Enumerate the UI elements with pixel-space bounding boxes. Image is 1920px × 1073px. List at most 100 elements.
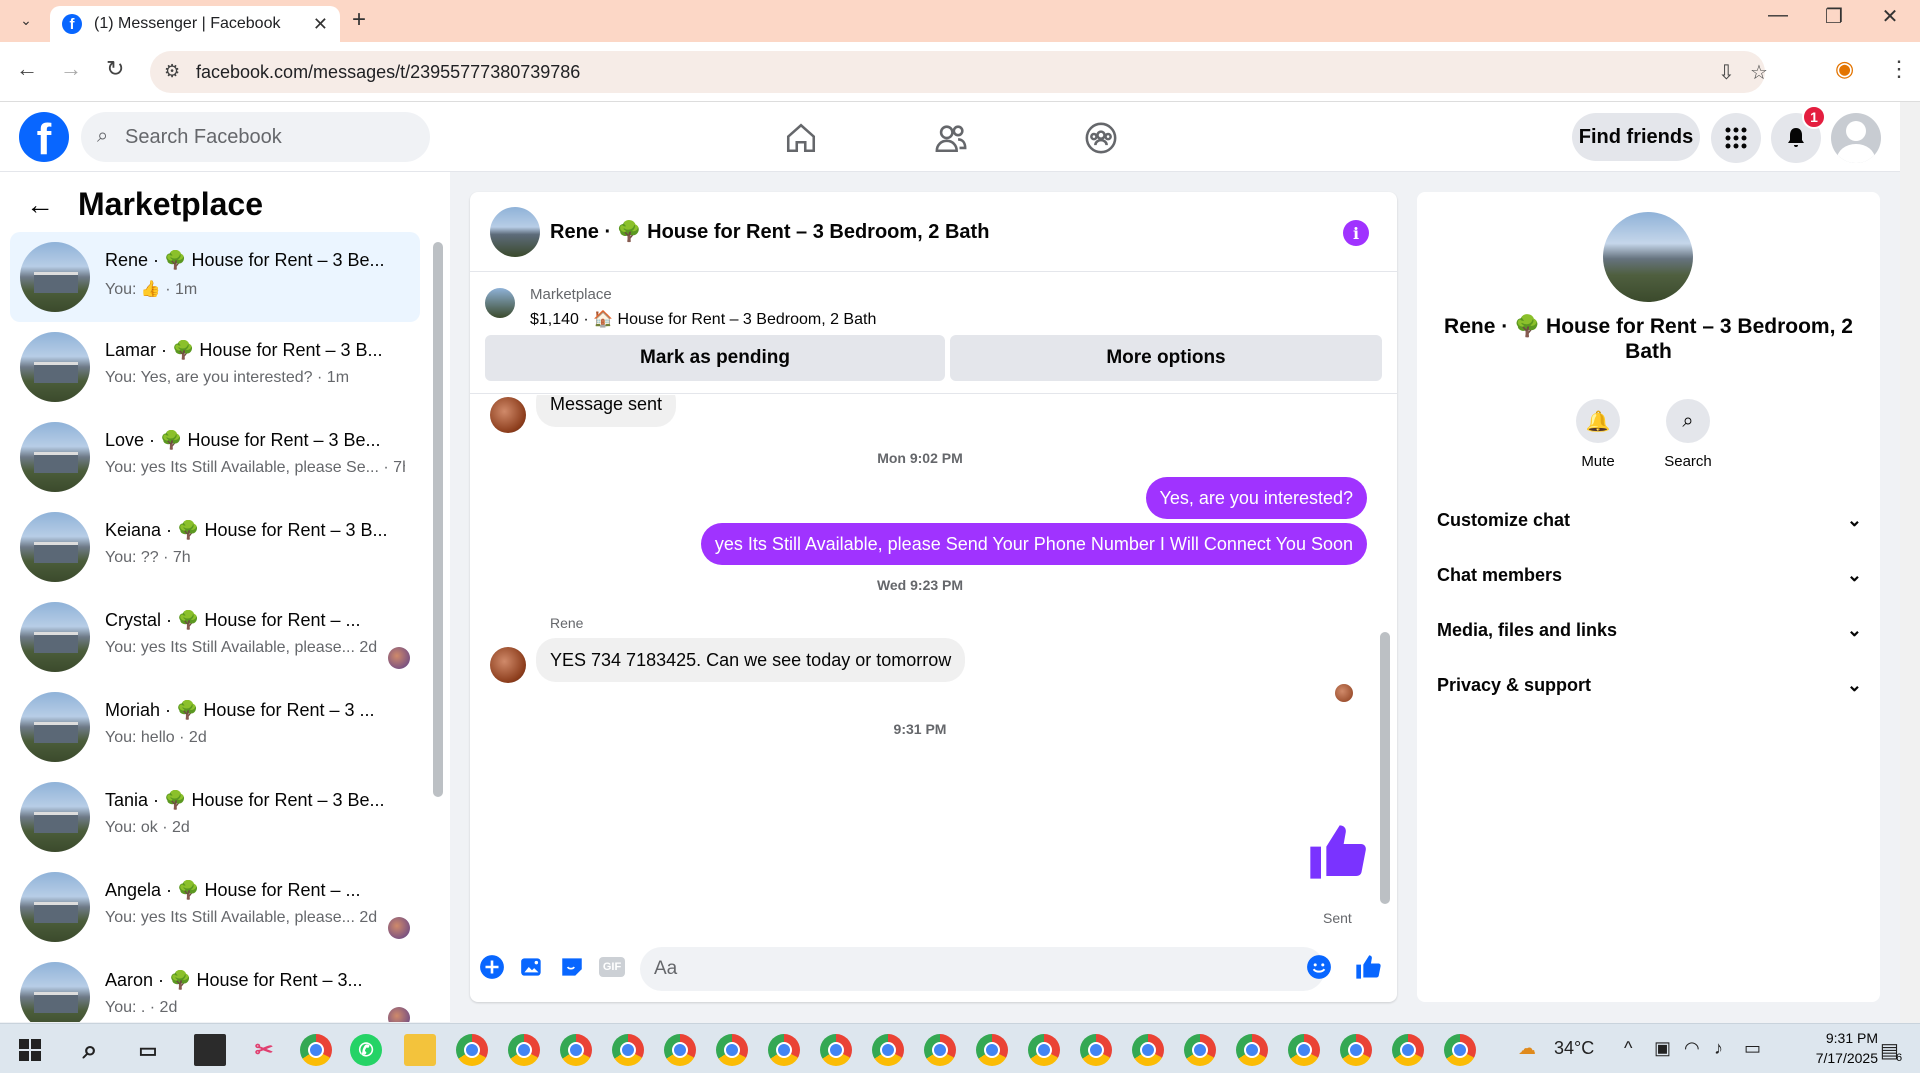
weather-temp[interactable]: 34°C [1554, 1038, 1594, 1059]
conversation-preview: You: ?? · 7h [105, 549, 191, 566]
chat-members-section[interactable]: Chat members ⌄ [1437, 555, 1862, 595]
reload-icon[interactable]: ↻ [106, 56, 124, 82]
conversation-item[interactable]: Aaron · 🌳 House for Rent – 3... You: . ·… [10, 952, 420, 1022]
search-icon[interactable]: ⌕ [74, 1034, 106, 1066]
conversation-item[interactable]: Rene · 🌳 House for Rent – 3 Be... You: 👍… [10, 232, 420, 322]
back-arrow-icon[interactable]: ← [26, 189, 54, 221]
chrome-icon[interactable] [1444, 1034, 1476, 1066]
bookmark-star-icon[interactable]: ☆ [1750, 60, 1768, 85]
profile-icon[interactable]: ◉ [1835, 56, 1854, 82]
chrome-icon[interactable] [1028, 1034, 1060, 1066]
url-field[interactable]: ⚙ facebook.com/messages/t/23955777380739… [150, 51, 1768, 93]
task-view-icon[interactable]: ▭ [132, 1034, 164, 1066]
chrome-icon[interactable] [924, 1034, 956, 1066]
facebook-search-input[interactable]: ⌕ Search Facebook [81, 112, 430, 162]
chrome-icon[interactable] [768, 1034, 800, 1066]
close-window-icon[interactable]: ✕ [1860, 4, 1920, 29]
chrome-icon[interactable] [1080, 1034, 1112, 1066]
maximize-icon[interactable]: ❐ [1804, 4, 1864, 29]
listing-price-title[interactable]: $1,140 · 🏠 House for Rent – 3 Bedroom, 2… [530, 309, 876, 329]
conversation-list-scrollbar[interactable] [433, 242, 443, 797]
profile-avatar[interactable] [1603, 212, 1693, 302]
tray-chevron-up-icon[interactable]: ^ [1624, 1038, 1632, 1059]
chrome-icon[interactable] [1236, 1034, 1268, 1066]
site-info-icon[interactable]: ⚙ [164, 61, 180, 82]
plus-icon[interactable] [478, 953, 506, 981]
chrome-icon[interactable] [1132, 1034, 1164, 1066]
chrome-icon[interactable] [1340, 1034, 1372, 1066]
clock[interactable]: 9:31 PM 7/17/2025 [1768, 1028, 1878, 1068]
sticky-notes-icon[interactable] [194, 1034, 226, 1066]
conversation-item[interactable]: Lamar · 🌳 House for Rent – 3 B... You: Y… [10, 322, 420, 412]
emoji-icon[interactable] [1305, 953, 1333, 981]
photo-icon[interactable] [518, 953, 546, 981]
search-in-chat-button[interactable]: ⌕ Search [1653, 399, 1723, 470]
conversation-avatar [20, 242, 90, 312]
chat-avatar[interactable] [490, 207, 540, 257]
customize-chat-section[interactable]: Customize chat ⌄ [1437, 500, 1862, 540]
meet-icon[interactable]: ▣ [1654, 1038, 1671, 1059]
page-scrollbar[interactable] [1900, 102, 1920, 1023]
chrome-icon[interactable] [872, 1034, 904, 1066]
chrome-icon[interactable] [560, 1034, 592, 1066]
file-explorer-icon[interactable] [404, 1034, 436, 1066]
mute-button[interactable]: 🔔 Mute [1563, 399, 1633, 470]
message-input[interactable]: Aa [640, 947, 1325, 991]
sticker-icon[interactable] [558, 953, 586, 981]
conversation-name: Tania · 🌳 House for Rent – 3 Be... [105, 790, 385, 810]
whatsapp-icon[interactable]: ✆ [350, 1034, 382, 1066]
chevron-down-icon: ⌄ [1846, 564, 1862, 585]
chrome-icon[interactable] [716, 1034, 748, 1066]
chrome-icon[interactable] [820, 1034, 852, 1066]
weather-icon[interactable]: ☁ [1518, 1038, 1536, 1059]
facebook-logo-icon[interactable]: f [19, 112, 69, 162]
message-thread-scrollbar[interactable] [1380, 632, 1390, 904]
wifi-icon[interactable]: ◠ [1684, 1038, 1700, 1059]
conversation-item[interactable]: Keiana · 🌳 House for Rent – 3 B... You: … [10, 502, 420, 592]
conversation-item[interactable]: Crystal · 🌳 House for Rent – ... You: ye… [10, 592, 420, 682]
tab-search-chevron-icon[interactable]: ⌄ [8, 6, 44, 34]
notification-center-count: 6 [1896, 1052, 1903, 1064]
chrome-icon[interactable] [976, 1034, 1008, 1066]
chrome-icon[interactable] [664, 1034, 696, 1066]
chrome-menu-icon[interactable]: ⋮ [1888, 56, 1910, 82]
conversation-item[interactable]: Angela · 🌳 House for Rent – ... You: yes… [10, 862, 420, 952]
more-options-button[interactable]: More options [950, 335, 1382, 381]
back-icon[interactable]: ← [16, 56, 38, 82]
chrome-icon[interactable] [1392, 1034, 1424, 1066]
snipping-tool-icon[interactable]: ✂ [248, 1034, 280, 1066]
listing-thumbnail[interactable] [485, 288, 515, 318]
volume-icon[interactable]: ♪ [1714, 1038, 1723, 1059]
media-files-links-section[interactable]: Media, files and links ⌄ [1437, 610, 1862, 650]
install-icon[interactable]: ⇩ [1718, 60, 1735, 85]
chrome-icon[interactable] [612, 1034, 644, 1066]
conversation-item[interactable]: Tania · 🌳 House for Rent – 3 Be... You: … [10, 772, 420, 862]
tab-close-icon[interactable]: ✕ [313, 14, 328, 35]
chrome-icon[interactable] [508, 1034, 540, 1066]
new-tab-icon[interactable]: + [352, 6, 366, 34]
account-avatar[interactable] [1831, 113, 1881, 163]
info-icon[interactable]: i [1343, 220, 1369, 246]
gif-icon[interactable]: GIF [598, 953, 626, 981]
groups-icon[interactable] [1078, 116, 1124, 160]
home-icon[interactable] [778, 116, 824, 160]
chat-title[interactable]: Rene · 🌳 House for Rent – 3 Bedroom, 2 B… [550, 219, 989, 244]
windows-start-icon[interactable] [14, 1034, 46, 1066]
find-friends-button[interactable]: Find friends [1572, 113, 1700, 161]
battery-icon[interactable]: ▭ [1744, 1038, 1761, 1059]
friends-icon[interactable] [928, 116, 974, 160]
mark-as-pending-button[interactable]: Mark as pending [485, 335, 945, 381]
conversation-item[interactable]: Moriah · 🌳 House for Rent – 3 ... You: h… [10, 682, 420, 772]
chrome-icon[interactable] [1288, 1034, 1320, 1066]
like-button-icon[interactable] [1354, 953, 1382, 981]
forward-icon[interactable]: → [60, 56, 82, 82]
browser-tab[interactable]: f (1) Messenger | Facebook ✕ [50, 6, 340, 42]
minimize-icon[interactable]: — [1748, 4, 1808, 27]
chrome-icon[interactable] [1184, 1034, 1216, 1066]
conversation-item[interactable]: Love · 🌳 House for Rent – 3 Be... You: y… [10, 412, 420, 502]
chrome-icon[interactable] [300, 1034, 332, 1066]
chrome-icon[interactable] [456, 1034, 488, 1066]
privacy-support-section[interactable]: Privacy & support ⌄ [1437, 665, 1862, 705]
section-label: Privacy & support [1437, 674, 1592, 695]
menu-grid-icon[interactable] [1711, 113, 1761, 163]
